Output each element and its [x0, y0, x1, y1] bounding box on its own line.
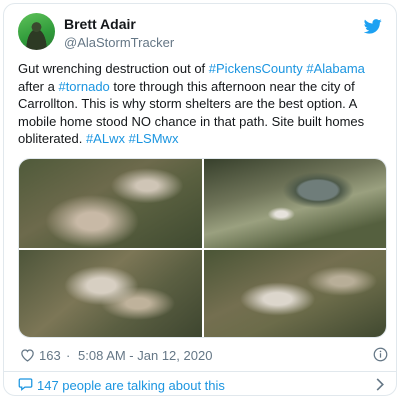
hashtag-link[interactable]: #PickensCounty — [209, 61, 303, 76]
tweet-header: Brett Adair @AlaStormTracker — [18, 13, 384, 53]
tornado-damage-photo-1[interactable] — [19, 159, 202, 248]
media-grid — [18, 158, 387, 338]
avatar[interactable] — [18, 13, 55, 50]
speech-bubble-icon — [18, 378, 33, 391]
hashtag-link[interactable]: #tornado — [58, 79, 109, 94]
author-handle[interactable]: @AlaStormTracker — [64, 35, 174, 50]
chevron-right-icon[interactable] — [375, 378, 384, 391]
talking-about-text[interactable]: 147 people are talking about this — [37, 378, 225, 393]
tweet-meta: 163 · 5:08 AM - Jan 12, 2020 — [18, 347, 390, 363]
heart-icon[interactable] — [20, 348, 35, 362]
info-icon[interactable] — [373, 347, 388, 362]
tornado-damage-photo-3[interactable] — [19, 250, 202, 337]
meta-separator: · — [66, 348, 71, 363]
tornado-damage-photo-4[interactable] — [204, 250, 386, 337]
tweet-card[interactable]: Brett Adair @AlaStormTracker Gut wrenchi… — [3, 3, 397, 396]
hashtag-link[interactable]: #Alabama — [306, 61, 365, 76]
hashtag-link[interactable]: #ALwx — [86, 131, 125, 146]
tweet-text-segment: after a — [18, 78, 59, 94]
twitter-bird-icon[interactable] — [364, 19, 382, 34]
tornado-damage-photo-2[interactable] — [204, 159, 386, 248]
tweet-text: Gut wrenching destruction out of #Picken… — [18, 60, 390, 148]
tweet-text-segment: Gut wrenching destruction out of — [18, 61, 209, 76]
hashtag-link[interactable]: #LSMwx — [129, 131, 179, 146]
author-name[interactable]: Brett Adair — [64, 16, 136, 32]
like-count[interactable]: 163 — [39, 348, 61, 363]
tweet-timestamp[interactable]: 5:08 AM - Jan 12, 2020 — [78, 348, 212, 363]
conversation-link[interactable]: 147 people are talking about this — [4, 372, 396, 395]
